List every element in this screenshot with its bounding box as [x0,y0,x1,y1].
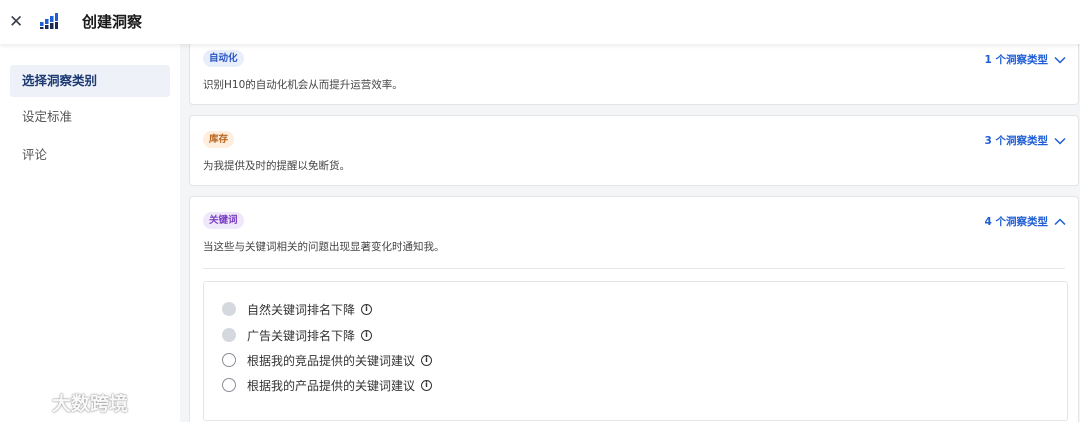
sidebar: 选择洞察类别 设定标准 评论 [0,44,180,422]
option-radio [222,328,236,342]
chevron-down-icon [1054,56,1066,64]
option-label: 自然关键词排名下降 [247,302,356,317]
option-radio [222,302,236,316]
category-description: 识别H10的自动化机会从而提升运营效率。 [203,79,403,91]
category-badge: 关键词 [203,212,244,229]
chevron-down-icon [1054,137,1066,145]
sidebar-item-set-criteria[interactable]: 设定标准 [10,101,170,133]
sidebar-item-select-category[interactable]: 选择洞察类别 [10,65,170,97]
page-title: 创建洞察 [82,13,143,31]
option-label: 根据我的产品提供的关键词建议 [247,378,416,393]
category-card-inventory[interactable]: 库存 为我提供及时的提醒以免断货。 3 个洞察类型 [189,115,1079,186]
category-description: 当这些与关键词相关的问题出现显著变化时通知我。 [203,241,445,253]
option-label: 广告关键词排名下降 [247,328,356,343]
category-badge: 自动化 [203,50,244,67]
option-radio[interactable] [222,378,236,392]
insight-count-toggle[interactable]: 1 个洞察类型 [985,52,1066,67]
category-card-automation[interactable]: 自动化 识别H10的自动化机会从而提升运营效率。 1 个洞察类型 [189,44,1079,105]
info-icon[interactable]: i [421,354,433,366]
close-icon[interactable]: ✕ [9,12,23,32]
insight-count-toggle[interactable]: 3 个洞察类型 [985,133,1066,148]
info-icon[interactable]: i [361,329,373,341]
insight-type-list: 自然关键词排名下降 i 广告关键词排名下降 i 根据我的竞品提供的关键词建议 i… [203,281,1068,421]
category-description: 为我提供及时的提醒以免断货。 [203,160,350,172]
main-content: 自动化 识别H10的自动化机会从而提升运营效率。 1 个洞察类型 库存 为我提供… [180,44,1080,422]
watermark: 大数跨境 [8,389,128,416]
insight-option-product-keyword-suggestions[interactable]: 根据我的产品提供的关键词建议 i [222,375,433,395]
insight-count-toggle[interactable]: 4 个洞察类型 [985,214,1066,229]
top-bar: ✕ 创建洞察 [0,0,1080,44]
category-badge: 库存 [203,131,235,148]
divider [203,268,1065,269]
info-icon[interactable]: i [421,379,433,391]
category-card-keywords[interactable]: 关键词 当这些与关键词相关的问题出现显著变化时通知我。 4 个洞察类型 自然关键… [189,196,1079,422]
insight-option-ad-rank-drop: 广告关键词排名下降 i [222,325,373,345]
sidebar-item-review[interactable]: 评论 [10,139,170,171]
insight-option-organic-rank-drop: 自然关键词排名下降 i [222,299,373,319]
insight-option-competitor-keyword-suggestions[interactable]: 根据我的竞品提供的关键词建议 i [222,350,433,370]
option-label: 根据我的竞品提供的关键词建议 [247,353,416,368]
watermark-text: 大数跨境 [52,393,129,415]
insight-count-label: 1 个洞察类型 [984,54,1048,66]
insight-count-label: 4 个洞察类型 [984,216,1048,228]
insight-count-label: 3 个洞察类型 [984,135,1048,147]
info-icon[interactable]: i [361,303,373,315]
chevron-up-icon [1054,217,1066,225]
bar-chart-logo-icon [40,13,58,29]
option-radio[interactable] [222,353,236,367]
watermark-logo-icon [8,393,45,412]
